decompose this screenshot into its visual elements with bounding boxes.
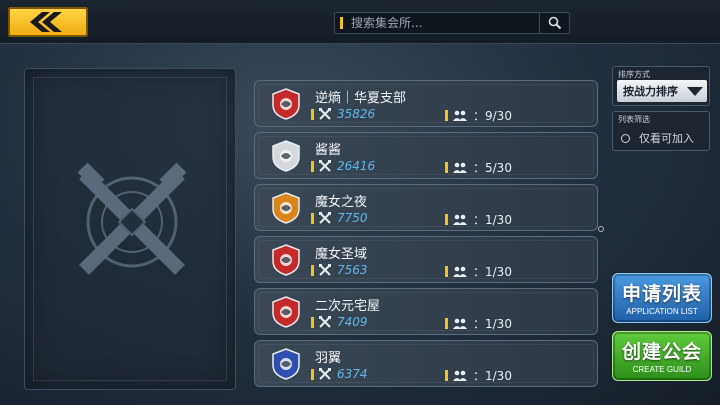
guild-row[interactable]: 魔女之夜 7750 ：1/30 — [254, 184, 598, 231]
search-icon — [548, 16, 561, 30]
guild-members-value: ：1/30 — [473, 265, 512, 279]
guild-members: ：1/30 — [445, 263, 512, 280]
crossed-swords-icon — [319, 368, 331, 380]
power-accent-bar — [311, 160, 314, 172]
guild-list: 逆熵｜华夏支部 35826 ：9/30 酱酱 26416 ：5/30 魔女之夜 … — [254, 80, 600, 392]
guild-members: ：9/30 — [445, 107, 512, 124]
sort-dropdown[interactable]: 按战力排序 — [617, 80, 707, 102]
guild-power: 35826 — [311, 107, 375, 121]
power-accent-bar — [311, 316, 314, 328]
power-accent-bar — [311, 368, 314, 380]
scrollbar-handle[interactable] — [598, 226, 604, 232]
guild-row[interactable]: 酱酱 26416 ：5/30 — [254, 132, 598, 179]
guild-row[interactable]: 二次元宅屋 7409 ：1/30 — [254, 288, 598, 335]
crossed-swords-icon — [319, 108, 331, 120]
crossed-swords-icon — [319, 160, 331, 172]
power-accent-bar — [311, 264, 314, 276]
back-button[interactable] — [8, 7, 88, 37]
guild-members-value: ：1/30 — [473, 369, 512, 383]
dropdown-arrow-icon — [687, 87, 703, 96]
sort-label: 排序方式 — [618, 70, 650, 79]
search-input[interactable] — [343, 16, 539, 30]
guild-name: 二次元宅屋 — [315, 299, 381, 314]
guild-badge-icon — [272, 244, 300, 276]
people-icon — [453, 110, 467, 122]
create-guild-button[interactable]: 创建公会 CREATE GUILD — [612, 331, 712, 381]
guild-row[interactable]: 逆熵｜华夏支部 35826 ：9/30 — [254, 80, 598, 127]
guild-badge-icon — [272, 348, 300, 380]
guild-power: 6374 — [311, 367, 368, 381]
guild-power: 26416 — [311, 159, 375, 173]
guild-badge-icon — [272, 192, 300, 224]
guild-name: 酱酱 — [315, 143, 342, 158]
guild-members-value: ：5/30 — [473, 161, 512, 175]
members-accent-bar — [445, 370, 448, 381]
chevron-left-icon — [30, 12, 62, 32]
guild-power-value: 7563 — [337, 263, 368, 277]
guild-power-value: 7750 — [337, 211, 368, 225]
members-accent-bar — [445, 162, 448, 173]
people-icon — [453, 266, 467, 278]
guild-row[interactable]: 魔女圣域 7563 ：1/30 — [254, 236, 598, 283]
filter-joinable-option[interactable]: 仅看可加入 — [621, 130, 694, 146]
create-guild-label: 创建公会 — [621, 341, 702, 363]
guild-row[interactable]: 羽翼 6374 ：1/30 — [254, 340, 598, 387]
filter-option-label: 仅看可加入 — [639, 132, 694, 145]
create-guild-sublabel: CREATE GUILD — [632, 365, 692, 374]
guild-emblem-icon — [77, 162, 187, 275]
guild-name: 羽翼 — [315, 351, 342, 366]
guild-emblem-panel — [24, 68, 236, 390]
guild-name: 魔女圣域 — [315, 247, 368, 262]
members-accent-bar — [445, 318, 448, 329]
search-button[interactable] — [539, 13, 569, 33]
guild-members-value: ：9/30 — [473, 109, 512, 123]
guild-name: 魔女之夜 — [315, 195, 368, 210]
crossed-swords-icon — [319, 212, 331, 224]
people-icon — [453, 318, 467, 330]
guild-members-value: ：1/30 — [473, 317, 512, 331]
people-icon — [453, 214, 467, 226]
radio-icon[interactable] — [621, 133, 630, 143]
guild-badge-icon — [272, 88, 300, 120]
guild-badge-icon — [272, 296, 300, 328]
sort-panel: 排序方式 按战力排序 — [612, 66, 710, 106]
crossed-swords-icon — [319, 264, 331, 276]
power-accent-bar — [311, 212, 314, 224]
top-bar — [0, 0, 720, 44]
application-list-button[interactable]: 申请列表 APPLICATION LIST — [612, 273, 712, 323]
guild-power-value: 7409 — [337, 315, 368, 329]
power-accent-bar — [311, 108, 314, 120]
application-list-sublabel: APPLICATION LIST — [626, 307, 698, 316]
crossed-swords-icon — [319, 316, 331, 328]
filter-label: 列表筛选 — [618, 115, 650, 124]
members-accent-bar — [445, 214, 448, 225]
sort-selected-value: 按战力排序 — [623, 85, 678, 98]
members-accent-bar — [445, 110, 448, 121]
guild-badge-icon — [272, 140, 300, 172]
search-box — [334, 12, 570, 34]
guild-members: ：1/30 — [445, 211, 512, 228]
application-list-label: 申请列表 — [621, 283, 702, 305]
guild-power: 7563 — [311, 263, 368, 277]
filter-panel: 列表筛选 仅看可加入 — [612, 111, 710, 151]
members-accent-bar — [445, 266, 448, 277]
guild-members: ：5/30 — [445, 159, 512, 176]
people-icon — [453, 162, 467, 174]
guild-members: ：1/30 — [445, 315, 512, 332]
guild-name: 逆熵｜华夏支部 — [315, 91, 407, 106]
guild-power-value: 35826 — [337, 107, 376, 121]
guild-members: ：1/30 — [445, 367, 512, 384]
guild-members-value: ：1/30 — [473, 213, 512, 227]
people-icon — [453, 370, 467, 382]
guild-power-value: 26416 — [337, 159, 376, 173]
guild-power-value: 6374 — [337, 367, 368, 381]
guild-power: 7409 — [311, 315, 368, 329]
guild-power: 7750 — [311, 211, 368, 225]
